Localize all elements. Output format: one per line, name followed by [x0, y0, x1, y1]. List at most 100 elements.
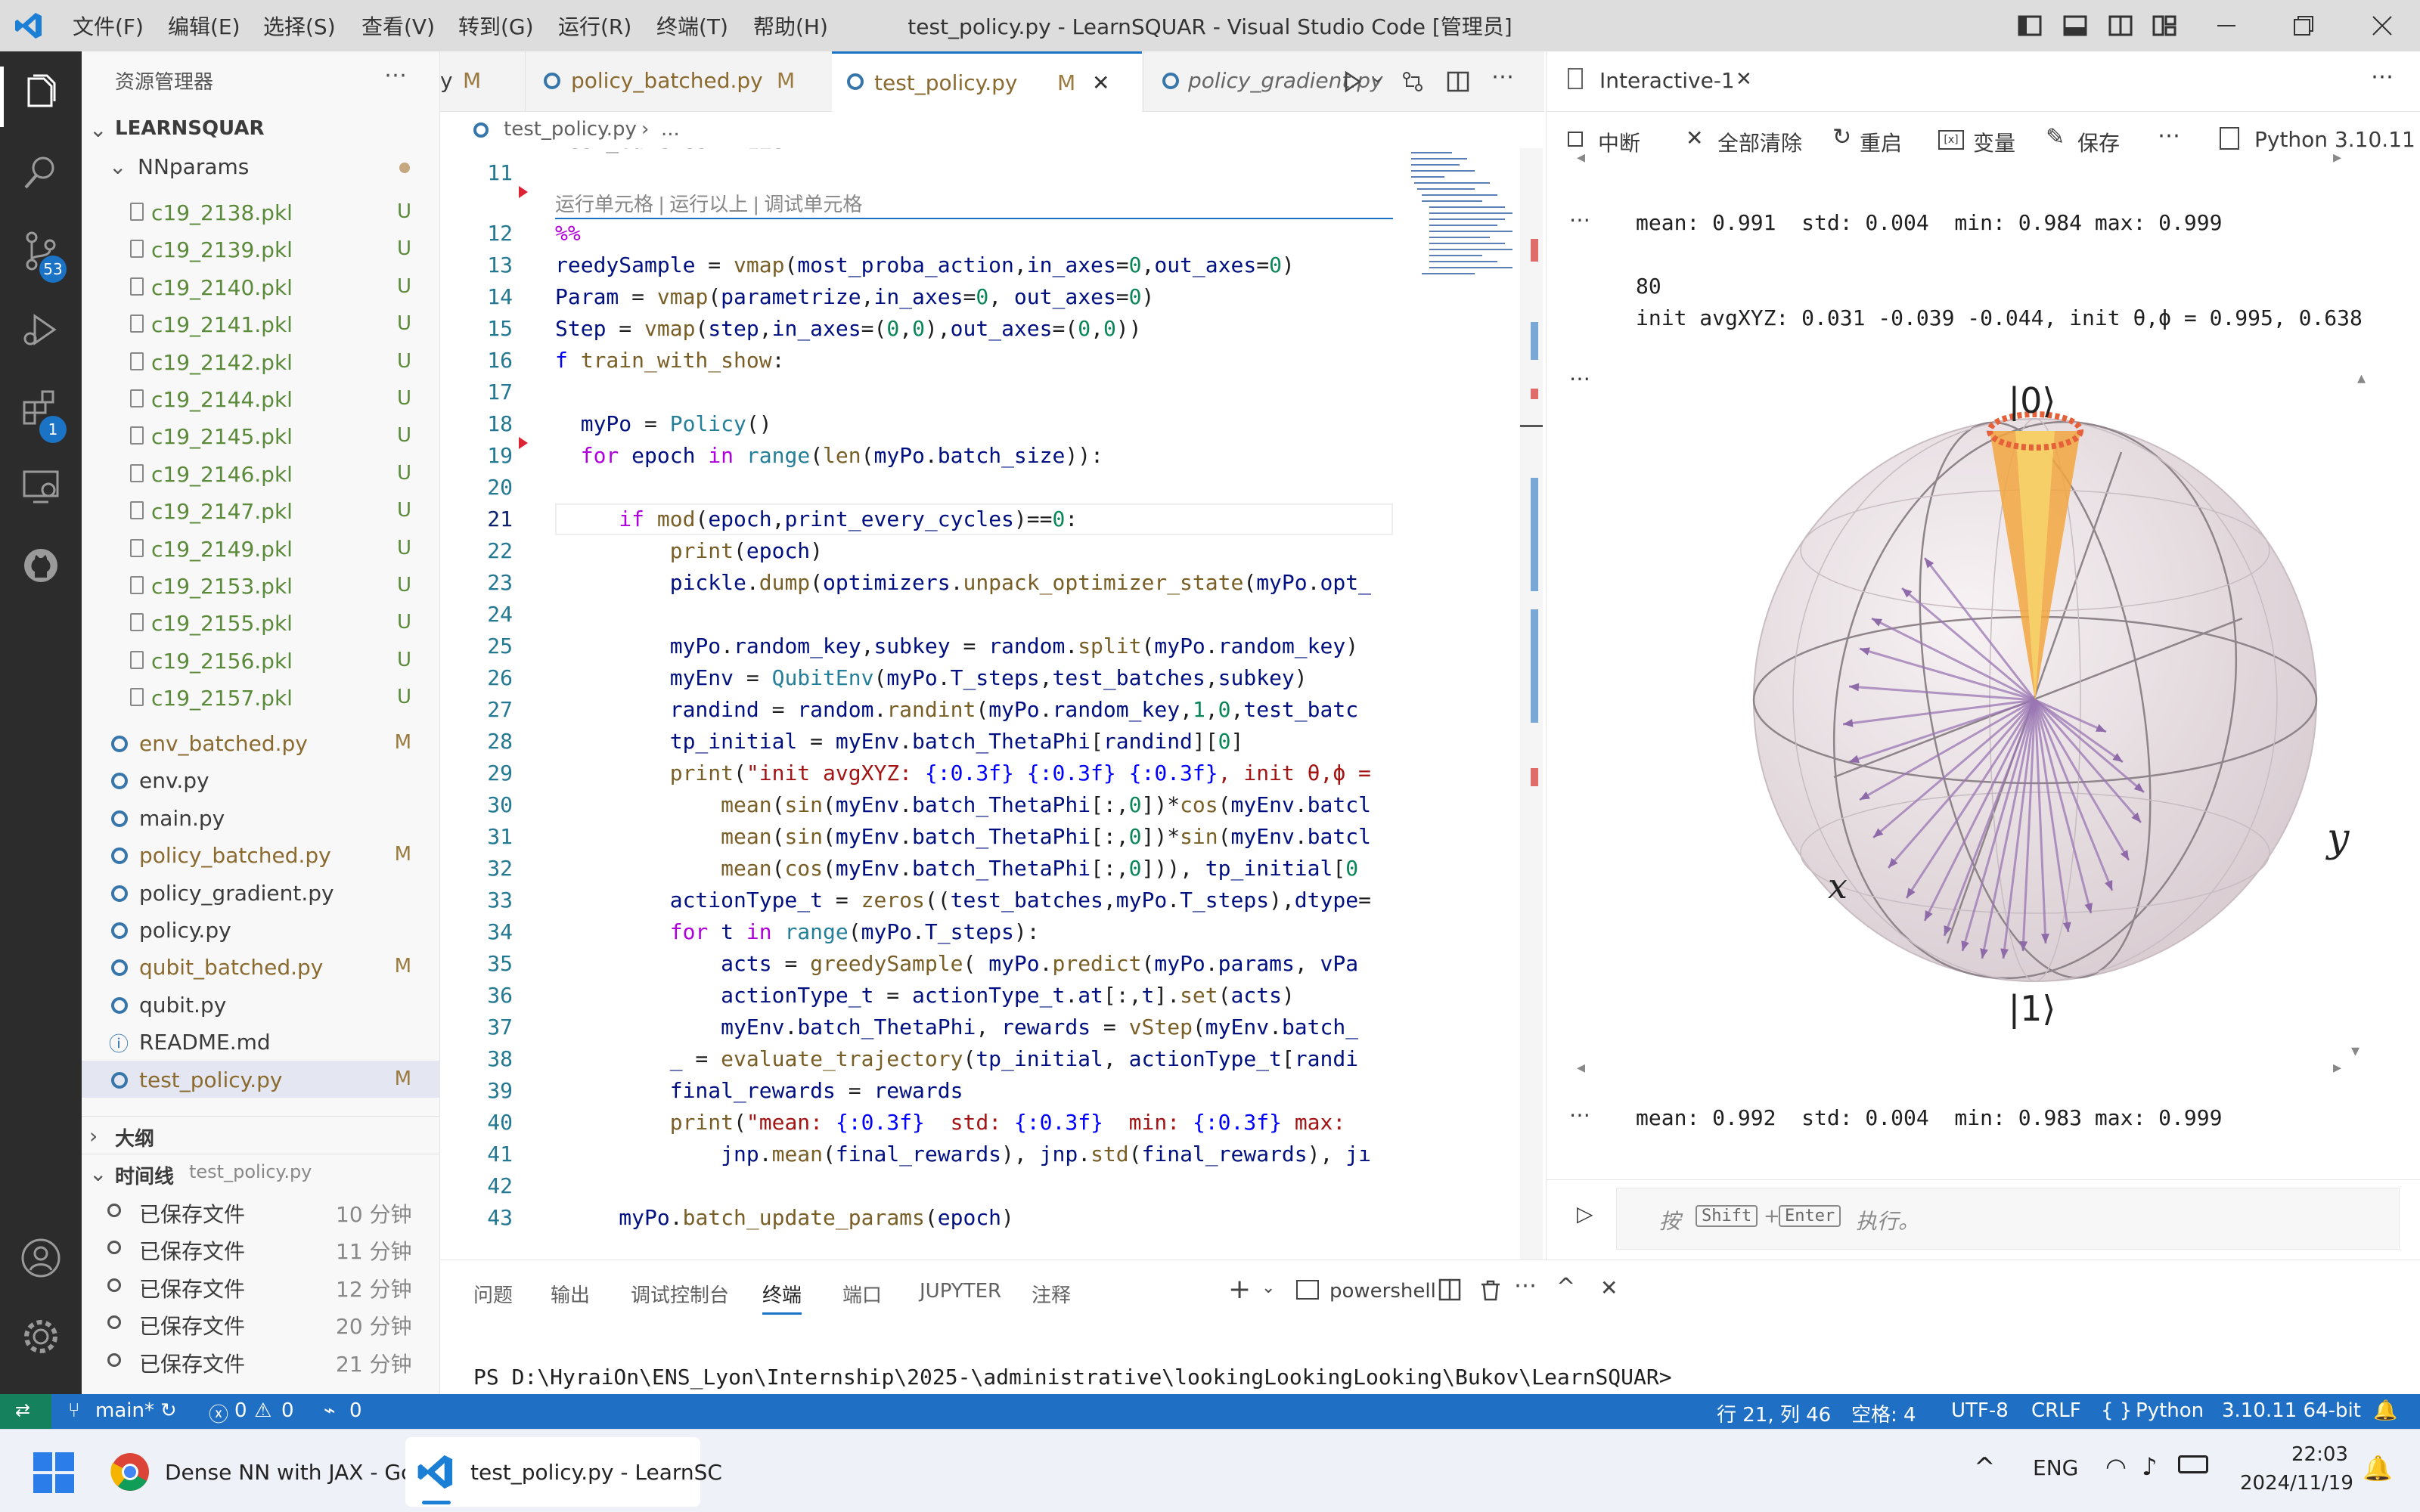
explorer-more-icon[interactable]: ⋯ — [384, 62, 407, 88]
file-item[interactable]: qubit.py — [82, 986, 439, 1023]
variables-button[interactable]: 变量 — [1973, 127, 2015, 157]
input-language[interactable]: ENG — [2033, 1455, 2078, 1480]
panel-tab[interactable]: 输出 — [551, 1280, 590, 1308]
file-item[interactable]: env.py — [82, 761, 439, 798]
warning-count[interactable]: 0 — [281, 1399, 294, 1422]
file-item[interactable]: c19_2156.pkl U — [82, 642, 439, 679]
python-interpreter[interactable]: 3.10.11 64-bit — [2222, 1399, 2361, 1422]
file-item[interactable]: c19_2147.pkl U — [82, 492, 439, 529]
close-window-icon[interactable] — [2370, 14, 2394, 38]
windows-start-icon[interactable] — [33, 1452, 74, 1493]
terminal-shell-name[interactable]: powershell — [1329, 1280, 1436, 1303]
panel-tab[interactable]: JUPYTER — [920, 1280, 1001, 1303]
cell-more-icon[interactable]: ⋯ — [1569, 207, 1590, 232]
terminal-dropdown-icon[interactable]: ⌄ — [1261, 1278, 1275, 1297]
panel-more-icon[interactable]: ⋯ — [2371, 64, 2394, 90]
codelens-actions[interactable]: 运行单元格 | 运行以上 | 调试单元格 — [555, 189, 862, 217]
toggle-panel-icon[interactable] — [2063, 14, 2087, 38]
timeline-section[interactable]: ⌄ 时间线 test_policy.py — [82, 1154, 439, 1191]
file-item[interactable]: policy_batched.py M — [82, 836, 439, 873]
file-item[interactable]: ⓘ README.md — [82, 1023, 439, 1060]
editor-more-icon[interactable]: ⋯ — [1491, 64, 1514, 90]
notifications-bell-icon[interactable]: 🔔 — [2373, 1399, 2397, 1422]
tab-test-policy[interactable]: test_policy.py M ✕ — [832, 51, 1142, 112]
interrupt-button[interactable]: 中断 — [1598, 127, 1640, 157]
language-mode[interactable]: Python — [2136, 1399, 2204, 1422]
breadcrumb-file[interactable]: test_policy.py — [504, 118, 637, 141]
timeline-item[interactable]: 已保存文件 20 分钟 — [82, 1303, 439, 1340]
battery-icon[interactable] — [2178, 1455, 2208, 1473]
panel-tab[interactable]: 终端 — [762, 1280, 802, 1315]
compare-changes-icon[interactable] — [1401, 70, 1425, 94]
search-icon[interactable] — [18, 150, 64, 195]
new-terminal-icon[interactable]: + — [1228, 1274, 1251, 1305]
menu-terminal[interactable]: 终端(T) — [656, 11, 728, 41]
timeline-item[interactable]: 已保存文件 21 分钟 — [82, 1341, 439, 1378]
cell-more-icon[interactable]: ⋯ — [1569, 1102, 1590, 1127]
encoding[interactable]: UTF-8 — [1951, 1399, 2009, 1422]
trash-icon[interactable] — [1478, 1277, 1503, 1303]
breadcrumb-rest[interactable]: ... — [661, 118, 680, 141]
file-item[interactable]: c19_2157.pkl U — [82, 679, 439, 716]
file-item[interactable]: c19_2153.pkl U — [82, 567, 439, 604]
tab-policy-batched[interactable]: policy_batched.py M — [525, 51, 827, 112]
run-debug-icon[interactable] — [18, 307, 64, 352]
scroll-right-icon[interactable]: ▸ — [2333, 1058, 2341, 1077]
panel-tab[interactable]: 注释 — [1032, 1280, 1071, 1308]
accounts-icon[interactable] — [18, 1235, 64, 1281]
file-item[interactable]: c19_2142.pkl U — [82, 343, 439, 380]
file-item[interactable]: test_policy.py M — [82, 1060, 439, 1098]
menu-run[interactable]: 运行(R) — [558, 11, 631, 41]
close-tab-icon[interactable]: ✕ — [1736, 68, 1752, 91]
terminal-more-icon[interactable]: ⋯ — [1514, 1272, 1537, 1299]
tab-interactive[interactable]: Interactive-1 — [1599, 68, 1735, 93]
file-item[interactable]: main.py — [82, 799, 439, 836]
customize-layout-icon[interactable] — [2152, 14, 2176, 38]
timeline-item[interactable]: 已保存文件 12 分钟 — [82, 1266, 439, 1303]
folder-nnparams[interactable]: ⌄ NNparams — [82, 147, 439, 184]
remote-explorer-icon[interactable] — [18, 464, 64, 510]
code-input-box[interactable]: 按 Shift + Enter 执行。 — [1616, 1188, 2400, 1250]
terminal-prompt[interactable]: PS D:\HyraiOn\ENS_Lyon\Internship\2025-\… — [473, 1365, 1672, 1390]
file-item[interactable]: c19_2155.pkl U — [82, 604, 439, 641]
scroll-left-icon[interactable]: ◂ — [1577, 148, 1585, 167]
timeline-item[interactable]: 已保存文件 10 分钟 — [82, 1191, 439, 1228]
file-item[interactable]: c19_2144.pkl U — [82, 380, 439, 417]
outline-section[interactable]: › 大纲 — [82, 1116, 439, 1153]
taskbar-chrome[interactable]: Dense NN with JAX - Gc — [104, 1442, 412, 1502]
tray-overflow-icon[interactable]: ^ — [1974, 1452, 1996, 1483]
project-root[interactable]: ⌄ LEARNSQUAR — [82, 110, 439, 147]
menu-go[interactable]: 转到(G) — [458, 11, 534, 41]
panel-tab[interactable]: 调试控制台 — [631, 1280, 729, 1308]
cell-more-icon[interactable]: ⋯ — [1569, 366, 1590, 391]
taskbar-vscode[interactable]: test_policy.py - LearnSC — [405, 1437, 722, 1507]
tab-partial[interactable]: y M — [440, 51, 523, 112]
file-item[interactable]: c19_2141.pkl U — [82, 305, 439, 342]
clock-date[interactable]: 2024/11/19 — [2240, 1472, 2353, 1495]
editor-scrollbar[interactable] — [1520, 148, 1543, 1259]
file-item[interactable]: c19_2146.pkl U — [82, 455, 439, 492]
ports-count[interactable]: 0 — [349, 1399, 362, 1422]
menu-file[interactable]: 文件(F) — [73, 11, 144, 41]
run-file-icon[interactable] — [1340, 70, 1364, 94]
timeline-item[interactable]: 已保存文件 11 分钟 — [82, 1228, 439, 1266]
indentation[interactable]: 空格: 4 — [1851, 1399, 1916, 1427]
vscode-logo-icon[interactable] — [14, 11, 44, 41]
restore-icon[interactable] — [2291, 14, 2316, 38]
minimap[interactable] — [1407, 148, 1520, 299]
menu-selection[interactable]: 选择(S) — [263, 11, 336, 41]
file-item[interactable]: policy_gradient.py — [82, 874, 439, 911]
notification-bell-icon[interactable]: 🔔 — [2363, 1454, 2393, 1483]
file-item[interactable]: qubit_batched.py M — [82, 948, 439, 985]
scroll-right-icon[interactable]: ▸ — [2333, 148, 2341, 167]
restart-button[interactable]: 重启 — [1860, 127, 1902, 157]
run-cell-icon[interactable]: ▷ — [1577, 1201, 1593, 1226]
split-editor-icon[interactable] — [1446, 70, 1470, 94]
file-item[interactable]: c19_2145.pkl U — [82, 417, 439, 454]
close-tab-icon[interactable]: ✕ — [1092, 70, 1109, 95]
minimize-icon[interactable] — [2214, 14, 2238, 38]
cursor-position[interactable]: 行 21, 列 46 — [1717, 1399, 1831, 1427]
file-item[interactable]: c19_2138.pkl U — [82, 194, 439, 231]
code-editor[interactable]: test_batches = 128 11 12 13 14 15 16 17 18 19 20 2… — [440, 148, 1544, 1259]
volume-icon[interactable]: ♪ — [2142, 1452, 2157, 1481]
